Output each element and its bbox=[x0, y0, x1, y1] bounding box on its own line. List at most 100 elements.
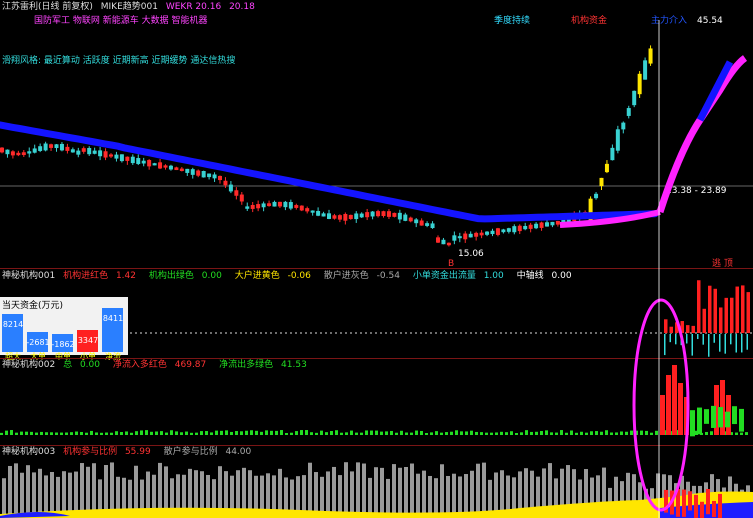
jg2-green-bar bbox=[640, 430, 643, 435]
fund-value: 8411 bbox=[102, 314, 124, 323]
candle-body bbox=[643, 60, 648, 80]
jg1-red-bar bbox=[686, 325, 690, 333]
candle-body bbox=[261, 203, 266, 208]
candle-body bbox=[196, 170, 201, 176]
jg2-green-bar bbox=[360, 432, 363, 435]
jg2-green-bar bbox=[610, 432, 613, 435]
jg3-gray-bar bbox=[374, 467, 378, 518]
jg1-red-bar bbox=[735, 286, 739, 333]
candle-body bbox=[359, 213, 364, 218]
candle-body bbox=[648, 48, 653, 64]
candlestick-chart[interactable] bbox=[0, 0, 753, 268]
candle-body bbox=[59, 143, 64, 151]
trend-ma-top bbox=[696, 60, 734, 122]
candle-body bbox=[430, 223, 435, 229]
jg3-gray-bar bbox=[476, 463, 480, 518]
jg2-green-bar bbox=[145, 430, 148, 435]
candle-body bbox=[136, 158, 141, 164]
jg2-green-bar bbox=[615, 432, 618, 435]
jg2-green-bar bbox=[495, 432, 498, 435]
jg2-green-bar bbox=[290, 432, 293, 435]
jg1-red-bar bbox=[708, 285, 712, 333]
candle-body bbox=[604, 163, 609, 173]
jg1-red-bar bbox=[680, 321, 684, 333]
candle-body bbox=[5, 149, 10, 155]
candle-body bbox=[332, 215, 337, 219]
jg2-red-bar bbox=[684, 397, 689, 435]
candle-body bbox=[92, 150, 97, 154]
candle-body bbox=[479, 232, 484, 236]
jg2-green-bar bbox=[365, 430, 368, 435]
jg1-cyan-bar bbox=[680, 334, 682, 346]
candle-body bbox=[10, 151, 15, 156]
jg2-green-bar bbox=[245, 430, 248, 435]
jg1-cyan-bar bbox=[664, 334, 666, 356]
candle-body bbox=[414, 219, 419, 224]
jg2-green-bar bbox=[70, 432, 73, 435]
jg2-chart[interactable] bbox=[0, 359, 753, 445]
jg2-green-bar bbox=[160, 431, 163, 435]
jg2-green-bar bbox=[325, 432, 328, 435]
jg2-green-bar bbox=[105, 432, 108, 435]
jg3-gray-bar bbox=[398, 467, 402, 518]
jg2-green-tall bbox=[732, 406, 737, 425]
jg2-green-bar bbox=[275, 430, 278, 435]
jg2-green-tall bbox=[711, 405, 716, 428]
jg3-gray-bar bbox=[38, 468, 42, 518]
candle-body bbox=[436, 237, 440, 243]
jg2-green-bar bbox=[410, 432, 413, 435]
jg2-green-bar bbox=[580, 431, 583, 435]
jg2-green-bar bbox=[510, 431, 513, 435]
candle-body bbox=[288, 202, 293, 209]
jg2-green-bar bbox=[385, 431, 388, 435]
fund-value: -2681 bbox=[26, 338, 50, 347]
jg2-green-bar bbox=[570, 430, 573, 435]
jg2-green-bar bbox=[405, 432, 408, 435]
jg2-green-bar bbox=[190, 432, 193, 435]
jg2-green-bar bbox=[415, 430, 418, 435]
jg2-green-bar bbox=[620, 431, 623, 435]
candle-body bbox=[16, 152, 21, 156]
jg2-green-bar bbox=[195, 432, 198, 435]
jg2-green-bar bbox=[710, 431, 713, 435]
jg3-gray-bar bbox=[380, 467, 384, 518]
jg2-green-bar bbox=[100, 432, 103, 435]
jg2-green-bar bbox=[375, 430, 378, 435]
candle-body bbox=[626, 108, 631, 116]
jg2-green-bar bbox=[45, 432, 48, 435]
candle-body bbox=[354, 213, 359, 220]
jg2-green-bar bbox=[430, 432, 433, 435]
jg2-green-bar bbox=[330, 431, 333, 435]
jg1-cyan-bar bbox=[719, 334, 721, 352]
jg3-gray-bar bbox=[362, 463, 366, 518]
jg2-green-bar bbox=[215, 430, 218, 435]
jg3-gray-bar bbox=[368, 477, 372, 518]
jg2-green-bar bbox=[740, 432, 743, 435]
candle-body bbox=[87, 148, 92, 155]
candle-body bbox=[158, 162, 163, 169]
jg3-gray-bar bbox=[32, 472, 36, 518]
jg2-green-bar bbox=[515, 432, 518, 435]
candle-body bbox=[468, 233, 473, 238]
jg3-gray-bar bbox=[2, 478, 6, 518]
jg2-red-bar bbox=[660, 395, 665, 435]
jg2-green-bar bbox=[575, 432, 578, 435]
jg1-cyan-bar bbox=[724, 334, 726, 354]
jg2-red-bar bbox=[672, 365, 677, 435]
jg1-cyan-bar bbox=[741, 334, 743, 353]
jg1-cyan-bar bbox=[686, 334, 688, 344]
jg3-chart[interactable] bbox=[0, 446, 753, 518]
jg1-cyan-bar bbox=[691, 334, 693, 356]
fund-bar: -2681 大单 bbox=[26, 332, 50, 361]
candle-body bbox=[54, 144, 59, 149]
fund-value: 3347 bbox=[77, 336, 99, 345]
jg2-green-bar bbox=[270, 430, 273, 435]
candle-body bbox=[109, 154, 113, 157]
jg2-green-bar bbox=[635, 430, 638, 435]
jg2-green-bar bbox=[60, 432, 63, 435]
jg2-green-bar bbox=[485, 432, 488, 435]
jg3-gray-bar bbox=[20, 472, 24, 518]
candle-body bbox=[621, 122, 626, 130]
jg2-green-bar bbox=[120, 432, 123, 435]
jg2-green-bar bbox=[340, 432, 343, 435]
